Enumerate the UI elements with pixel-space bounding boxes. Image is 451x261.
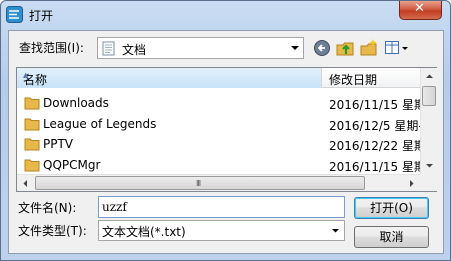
horizontal-scroll-thumb[interactable]: III xyxy=(35,176,365,190)
column-header-name[interactable]: 名称 ▲ xyxy=(17,68,322,88)
list-item[interactable]: PPTV 2016/12/22 星期 xyxy=(17,134,426,154)
folder-icon xyxy=(24,159,40,172)
file-date: 2016/12/22 星期 xyxy=(329,139,426,153)
look-in-dropdown[interactable]: 文档 xyxy=(97,37,304,59)
dialog-client: 查找范围(I): 文档 名称 ▲ 修改日期 Downloads 2016/11/… xyxy=(8,30,444,254)
filetype-dropdown[interactable]: 文本文档(*.txt) xyxy=(98,220,345,241)
back-icon xyxy=(314,40,330,56)
view-menu-button[interactable] xyxy=(384,38,410,58)
close-icon: ✕ xyxy=(414,1,425,16)
filename-value: uzzf xyxy=(102,200,127,214)
view-menu-icon xyxy=(385,41,408,54)
file-list[interactable]: 名称 ▲ 修改日期 Downloads 2016/11/15 星期 League… xyxy=(16,67,437,192)
new-folder-icon xyxy=(360,39,377,56)
file-name: Downloads xyxy=(43,96,109,110)
folder-icon xyxy=(24,97,40,110)
documents-icon xyxy=(102,41,115,56)
new-folder-button[interactable] xyxy=(359,38,379,58)
filename-input[interactable]: uzzf xyxy=(98,196,345,218)
filetype-value: 文本文档(*.txt) xyxy=(102,225,186,239)
title-bar[interactable]: 打开 ✕ xyxy=(1,1,450,29)
list-header: 名称 ▲ 修改日期 xyxy=(17,68,420,88)
cancel-button[interactable]: 取消 xyxy=(354,226,429,248)
folder-icon xyxy=(24,138,40,151)
folder-icon xyxy=(24,118,40,131)
scroll-right-icon[interactable] xyxy=(403,175,420,192)
file-name: QQPCMgr xyxy=(43,158,101,172)
filename-label: 文件名(N): xyxy=(18,201,77,215)
horizontal-scrollbar[interactable]: III xyxy=(17,174,420,191)
close-button[interactable]: ✕ xyxy=(399,1,442,20)
sort-up-icon: ▲ xyxy=(23,71,29,79)
look-in-value: 文档 xyxy=(122,43,147,57)
chevron-down-icon xyxy=(291,46,299,50)
list-item[interactable]: Downloads 2016/11/15 星期 xyxy=(17,93,426,113)
file-name: League of Legends xyxy=(43,117,157,131)
file-date: 2016/11/15 星期 xyxy=(329,98,426,112)
open-dialog: 打开 ✕ 查找范围(I): 文档 名称 ▲ 修改日期 Downloads 201… xyxy=(0,0,451,261)
up-folder-icon xyxy=(336,42,354,56)
file-name: PPTV xyxy=(43,137,74,151)
scroll-down-icon[interactable] xyxy=(421,157,438,174)
back-button[interactable] xyxy=(312,38,332,58)
look-in-label: 查找范围(I): xyxy=(19,41,84,55)
filetype-label: 文件类型(T): xyxy=(18,224,87,238)
file-date: 2016/12/5 星期- xyxy=(329,119,423,133)
file-date: 2016/11/15 星期 xyxy=(329,160,420,174)
scroll-corner xyxy=(420,174,437,191)
app-icon xyxy=(6,6,23,23)
vertical-scrollbar[interactable] xyxy=(420,68,437,174)
list-item[interactable]: QQPCMgr 2016/11/15 星期 xyxy=(17,155,420,174)
list-item[interactable]: League of Legends 2016/12/5 星期- xyxy=(17,114,423,134)
scroll-grip-icon: III xyxy=(196,179,201,188)
scroll-left-icon[interactable] xyxy=(17,175,34,192)
scroll-up-icon[interactable] xyxy=(421,68,438,85)
vertical-scroll-thumb[interactable] xyxy=(422,86,436,106)
open-button[interactable]: 打开(O) xyxy=(354,197,429,219)
chevron-down-icon[interactable] xyxy=(327,221,344,240)
column-date-label: 修改日期 xyxy=(329,73,378,87)
window-title: 打开 xyxy=(29,9,54,23)
up-folder-button[interactable] xyxy=(335,38,355,58)
